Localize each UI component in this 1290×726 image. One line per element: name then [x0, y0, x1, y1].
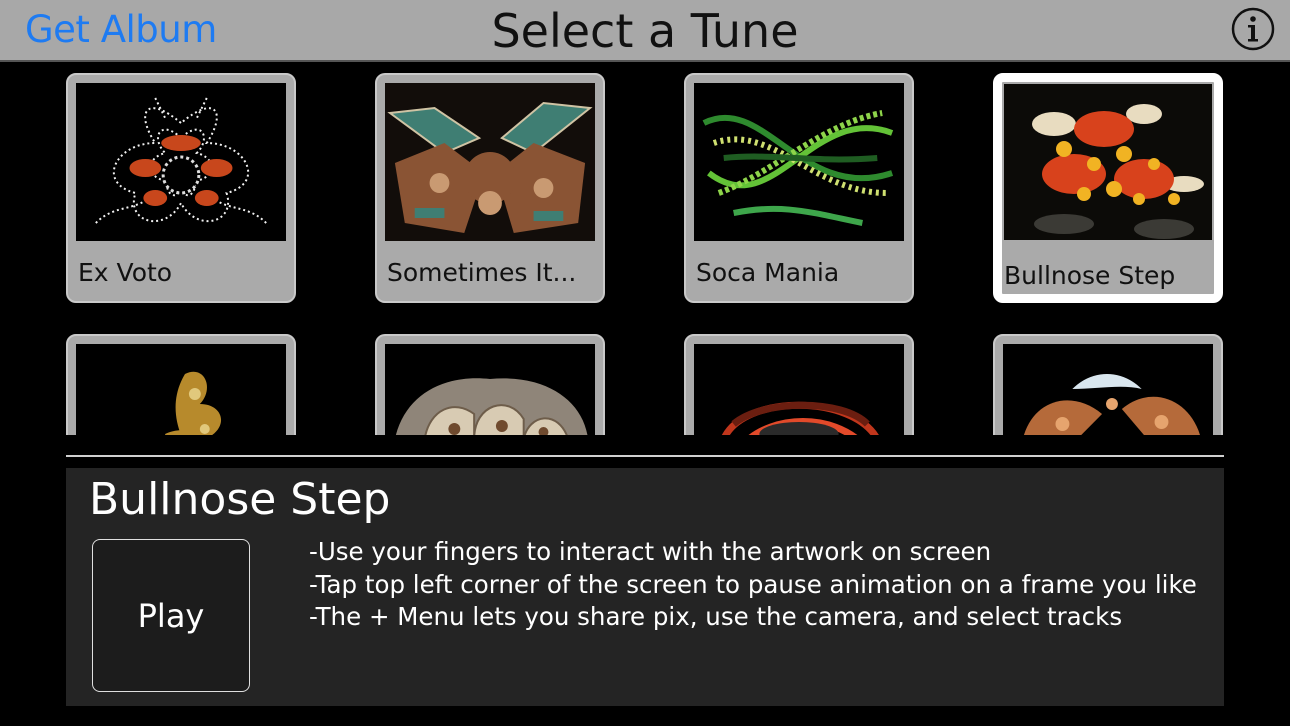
tune-artwork [385, 83, 595, 241]
tune-tile-8[interactable] [993, 334, 1223, 435]
play-button[interactable]: Play [92, 539, 250, 692]
tune-grid: Ex Voto Sometimes It... Soca Mania Bulln… [0, 62, 1290, 435]
get-album-button[interactable]: Get Album [25, 8, 217, 51]
tune-artwork [1003, 344, 1213, 435]
tune-tile-5[interactable] [66, 334, 296, 435]
tune-detail-panel: Bullnose Step Play -Use your fingers to … [66, 468, 1224, 706]
tune-artwork [385, 344, 595, 435]
tune-artwork [76, 344, 286, 435]
tune-tile-6[interactable] [375, 334, 605, 435]
tune-tile-sometimes-it[interactable]: Sometimes It... [375, 73, 605, 303]
tune-label: Sometimes It... [387, 258, 577, 287]
instruction-item: -Tap top left corner of the screen to pa… [309, 569, 1197, 599]
tune-label: Bullnose Step [1004, 261, 1176, 290]
tune-artwork [1004, 84, 1212, 240]
tune-label: Soca Mania [696, 258, 840, 287]
tune-tile-bullnose-step[interactable]: Bullnose Step [993, 73, 1223, 303]
tune-tile-soca-mania[interactable]: Soca Mania [684, 73, 914, 303]
instructions-list: -Use your fingers to interact with the a… [309, 536, 1209, 634]
top-bar: Get Album Select a Tune [0, 0, 1290, 62]
tune-artwork [76, 83, 286, 241]
tune-artwork [694, 344, 904, 435]
tune-tile-7[interactable] [684, 334, 914, 435]
tune-artwork [694, 83, 904, 241]
info-icon[interactable] [1231, 7, 1275, 51]
selected-tune-title: Bullnose Step [89, 474, 391, 525]
tune-label: Ex Voto [78, 258, 173, 287]
tune-tile-ex-voto[interactable]: Ex Voto [66, 73, 296, 303]
instruction-item: -Use your fingers to interact with the a… [309, 537, 992, 566]
divider [66, 455, 1224, 457]
instruction-item: -The + Menu lets you share pix, use the … [309, 602, 1123, 631]
